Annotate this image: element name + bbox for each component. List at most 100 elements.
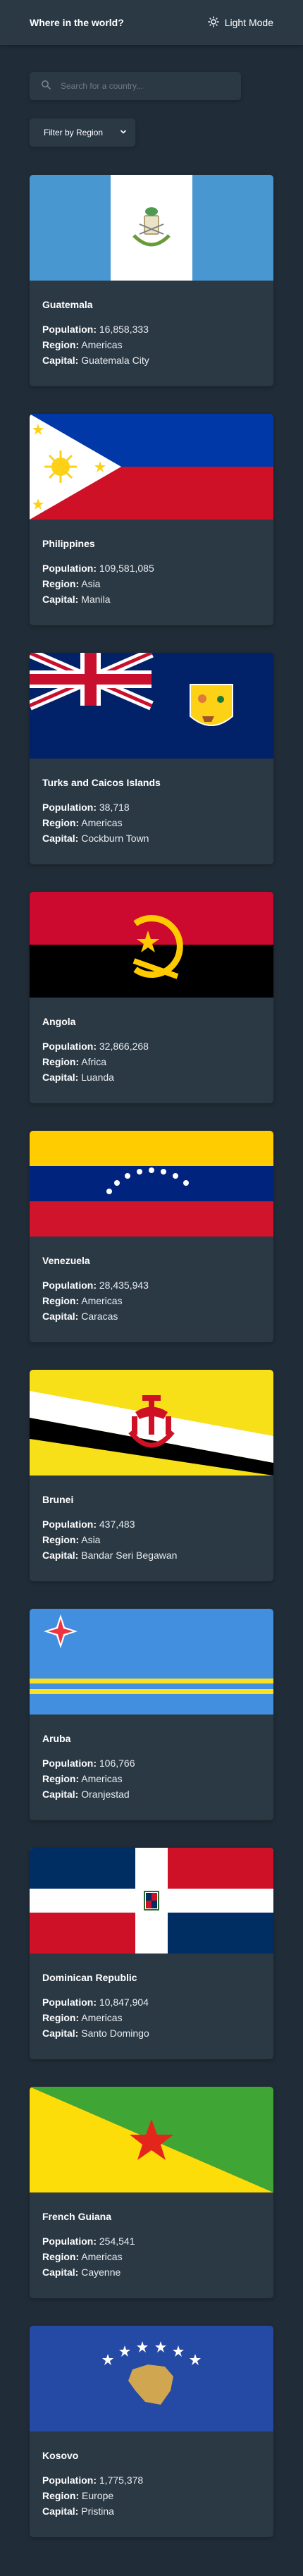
flag-brunei-image [30,1370,273,1476]
region-line: Region: Europe [42,2488,261,2503]
country-name: Kosovo [42,2450,79,2461]
region-value: Asia [81,1534,101,1545]
flag-turks-and-caicos-image [30,653,273,759]
capital-line: Capital: Guatemala City [42,352,261,368]
capital-line: Capital: Bandar Seri Begawan [42,1547,261,1563]
population-line: Population: 109,581,085 [42,560,261,576]
population-label: Population: [42,1519,97,1530]
region-line: Region: Americas [42,1293,261,1308]
region-line: Region: Americas [42,1771,261,1786]
country-card-venezuela[interactable]: Venezuela Population: 28,435,943 Region:… [30,1131,273,1342]
region-line: Region: Africa [42,1054,261,1069]
flag-dominican-republic-image [30,1848,273,1954]
population-label: Population: [42,1280,97,1291]
region-value: Europe [82,2490,114,2501]
capital-line: Capital: Cockburn Town [42,830,261,846]
capital-label: Capital: [42,594,79,605]
population-value: 437,483 [99,1519,135,1530]
capital-label: Capital: [42,1311,79,1322]
flag-angola-image [30,892,273,998]
region-label: Region: [42,578,80,589]
country-card-dominican-republic[interactable]: Dominican Republic Population: 10,847,90… [30,1848,273,2059]
flag-aruba-image [30,1609,273,1715]
search-input[interactable] [61,81,230,91]
region-value: Americas [81,339,123,350]
flag-kosovo-image [30,2326,273,2431]
population-label: Population: [42,1758,97,1769]
country-name: Dominican Republic [42,1972,137,1983]
chevron-down-icon [120,128,127,137]
population-line: Population: 38,718 [42,799,261,815]
country-card-philippines[interactable]: Philippines Population: 109,581,085 Regi… [30,414,273,625]
capital-label: Capital: [42,2267,79,2278]
region-filter-dropdown[interactable]: Filter by Region [30,118,135,147]
country-name: Venezuela [42,1255,90,1266]
country-card-kosovo[interactable]: Kosovo Population: 1,775,378 Region: Eur… [30,2326,273,2537]
population-label: Population: [42,1041,97,1052]
region-label: Region: [42,1056,80,1067]
country-name: Philippines [42,538,95,549]
region-label: Region: [42,1773,80,1784]
country-card-aruba[interactable]: Aruba Population: 106,766 Region: Americ… [30,1609,273,1820]
country-card-guatemala[interactable]: Guatemala Population: 16,858,333 Region:… [30,175,273,386]
capital-line: Capital: Caracas [42,1308,261,1324]
population-value: 254,541 [99,2235,135,2247]
country-list: Guatemala Population: 16,858,333 Region:… [0,147,303,2537]
region-label: Region: [42,1534,80,1545]
search-box[interactable] [30,72,241,100]
flag-venezuela-image [30,1131,273,1237]
top-bar: Where in the world? Light Mode [0,0,303,45]
country-card-turks-and-caicos[interactable]: Turks and Caicos Islands Population: 38,… [30,653,273,864]
flag-french-guiana-image [30,2087,273,2192]
region-label: Region: [42,1295,80,1306]
capital-value: Manila [81,594,111,605]
country-name: Guatemala [42,299,93,310]
country-name: French Guiana [42,2211,112,2222]
capital-line: Capital: Santo Domingo [42,2025,261,2041]
sun-icon [208,16,219,30]
capital-label: Capital: [42,2028,79,2039]
capital-label: Capital: [42,2506,79,2517]
population-line: Population: 32,866,268 [42,1038,261,1054]
population-label: Population: [42,1997,97,2008]
region-label: Region: [42,817,80,828]
country-card-french-guiana[interactable]: French Guiana Population: 254,541 Region… [30,2087,273,2298]
population-value: 1,775,378 [99,2474,144,2486]
population-value: 28,435,943 [99,1280,149,1291]
capital-line: Capital: Luanda [42,1069,261,1085]
population-line: Population: 254,541 [42,2233,261,2249]
population-value: 10,847,904 [99,1997,149,2008]
country-card-brunei[interactable]: Brunei Population: 437,483 Region: Asia … [30,1370,273,1581]
capital-value: Cockburn Town [81,833,149,844]
theme-toggle-label: Light Mode [224,17,273,28]
capital-line: Capital: Oranjestad [42,1786,261,1802]
capital-line: Capital: Pristina [42,2503,261,2519]
population-line: Population: 106,766 [42,1755,261,1771]
capital-value: Cayenne [81,2267,121,2278]
population-line: Population: 1,775,378 [42,2472,261,2488]
country-name: Aruba [42,1733,71,1744]
region-label: Region: [42,2251,80,2262]
region-label: Region: [42,2490,80,2501]
region-line: Region: Asia [42,576,261,591]
region-value: Americas [81,2012,123,2023]
region-value: Asia [81,578,101,589]
region-value: Americas [81,2251,123,2262]
country-name: Brunei [42,1494,74,1505]
region-value: Africa [81,1056,107,1067]
capital-value: Caracas [81,1311,118,1322]
country-card-angola[interactable]: Angola Population: 32,866,268 Region: Af… [30,892,273,1103]
region-line: Region: Americas [42,2010,261,2025]
theme-toggle-button[interactable]: Light Mode [208,16,273,30]
country-name: Angola [42,1016,76,1027]
capital-label: Capital: [42,833,79,844]
capital-value: Oranjestad [81,1789,130,1800]
population-line: Population: 16,858,333 [42,321,261,337]
capital-label: Capital: [42,1789,79,1800]
flag-philippines-image [30,414,273,520]
population-label: Population: [42,802,97,813]
region-line: Region: Asia [42,1532,261,1547]
population-label: Population: [42,2474,97,2486]
capital-label: Capital: [42,1072,79,1083]
population-value: 16,858,333 [99,324,149,335]
